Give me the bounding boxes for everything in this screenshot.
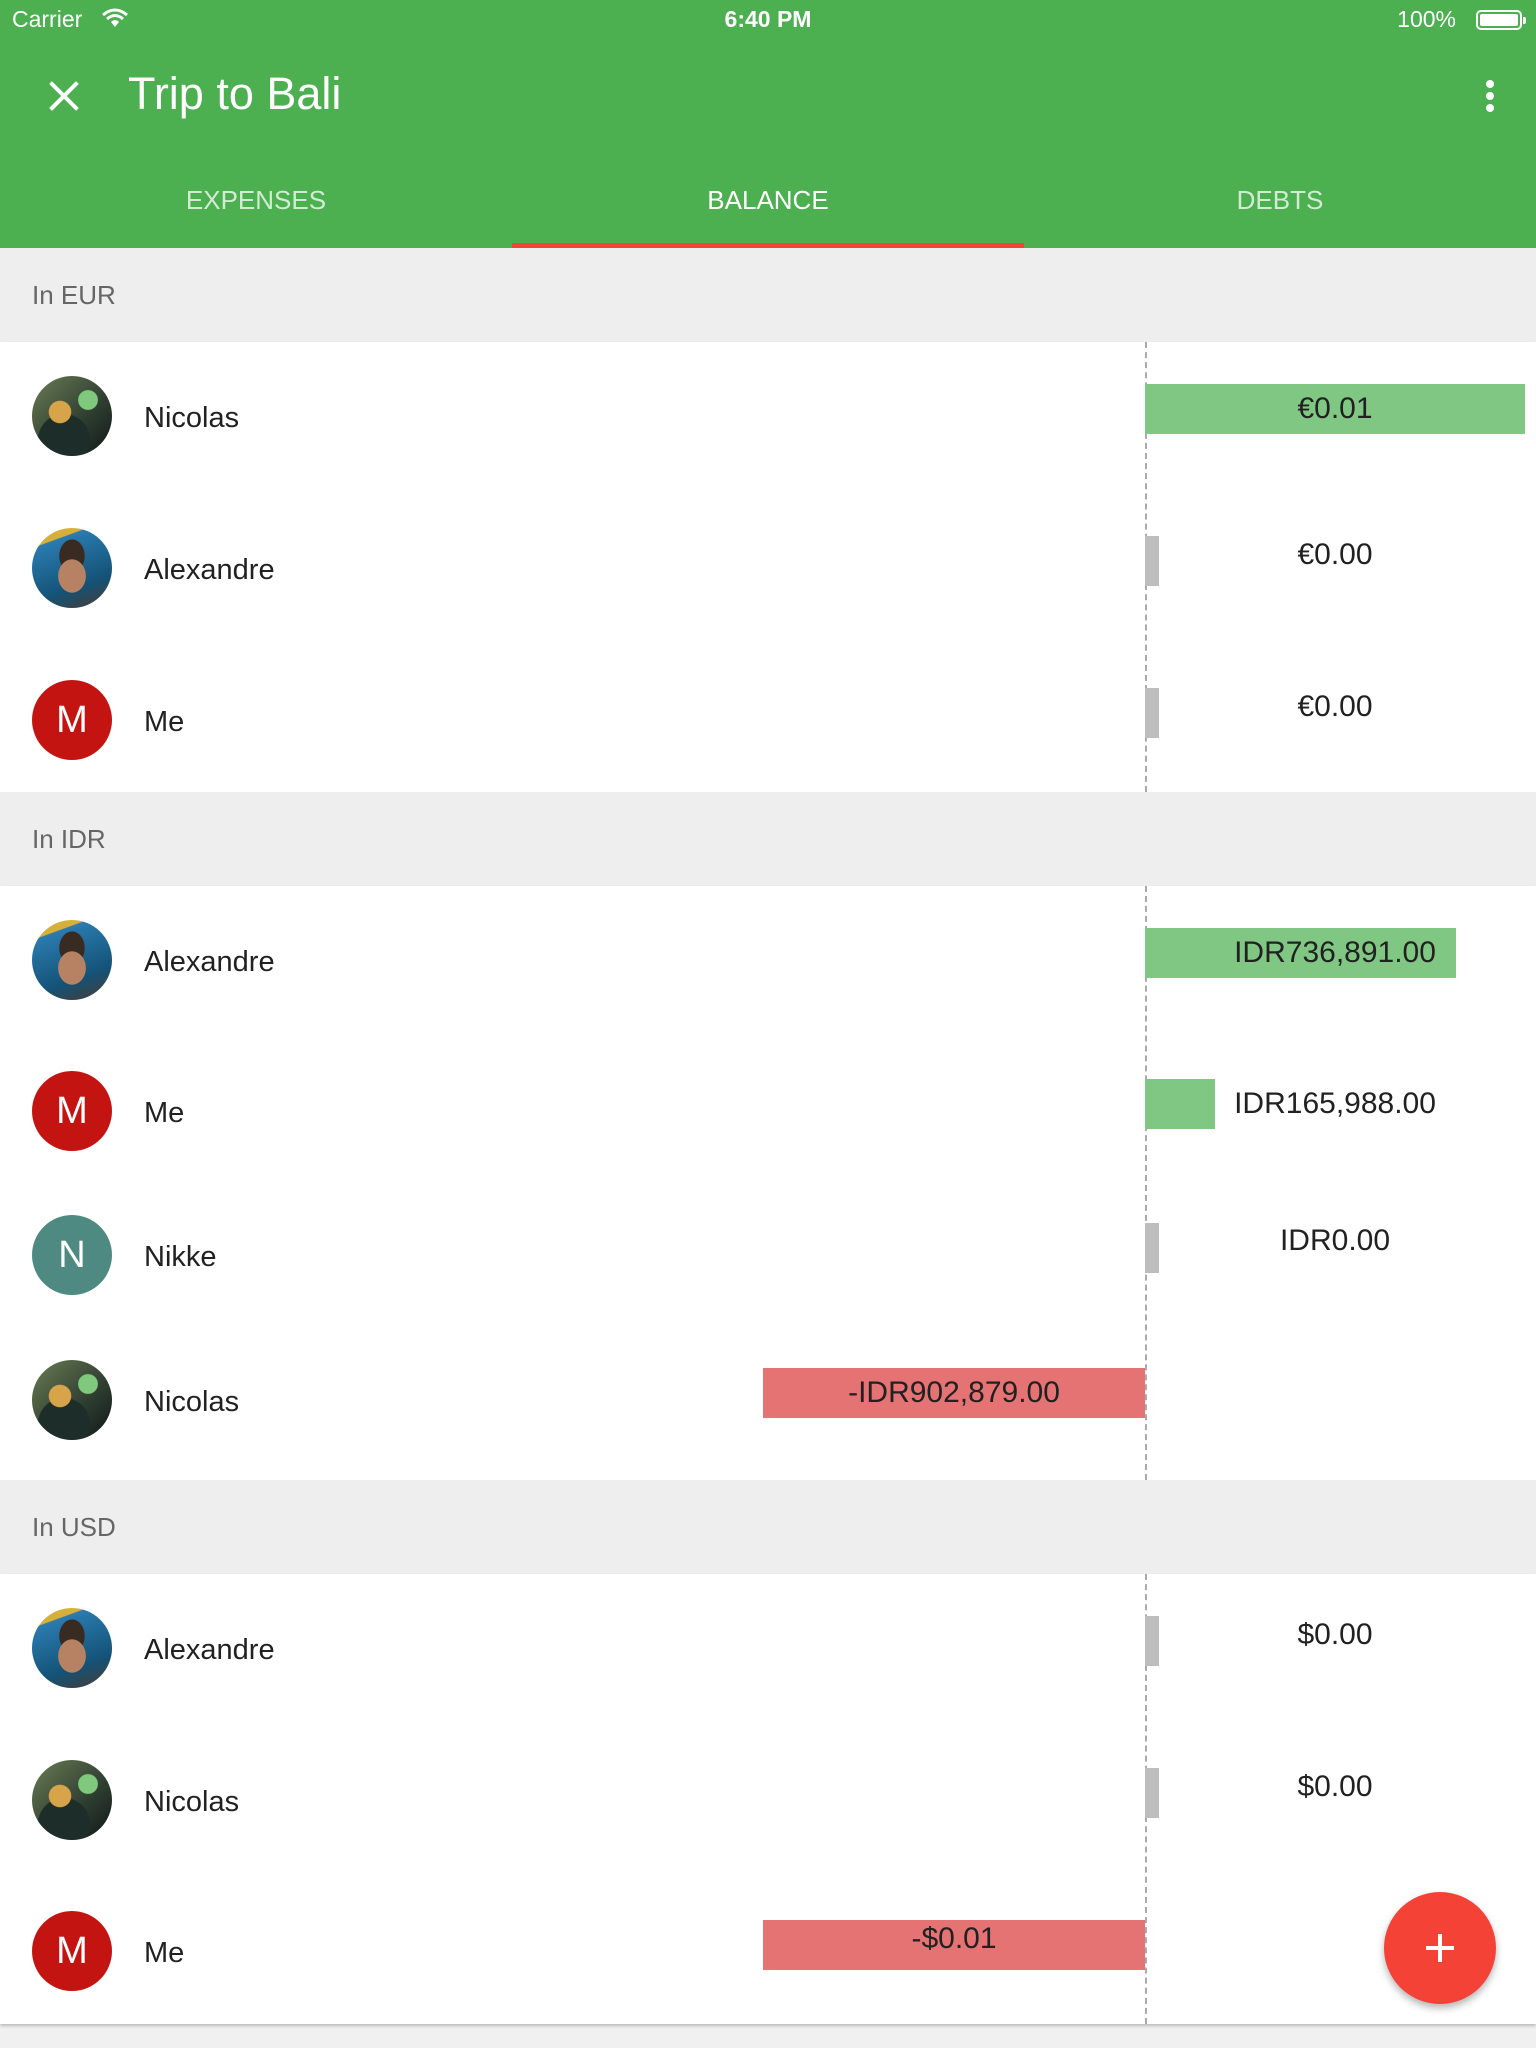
balance-amount: $0.00 (1297, 1770, 1373, 1803)
clock: 6:40 PM (724, 6, 812, 32)
participant-name: Alexandre (144, 554, 275, 586)
app-bar: Carrier 6:40 PM 100% Trip to Bali EXPENS… (0, 0, 1536, 248)
participant-name: Nikke (144, 1241, 217, 1273)
add-expense-button[interactable] (1384, 1892, 1496, 2004)
balance-amount: IDR736,891.00 (1234, 936, 1436, 969)
section-title: In USD (32, 1512, 116, 1542)
avatar (32, 376, 112, 456)
balance-amount: -IDR902,879.00 (848, 1376, 1060, 1409)
status-bar: Carrier 6:40 PM 100% (0, 0, 1536, 40)
tab-debts[interactable]: DEBTS (1024, 162, 1536, 248)
more-vert-icon (1486, 80, 1494, 112)
balance-row[interactable]: Nicolas €0.01 (0, 342, 1536, 492)
avatar (32, 920, 112, 1000)
balance-amount: €0.00 (1297, 690, 1373, 723)
balance-row[interactable]: N Nikke IDR0.00 (0, 1181, 1536, 1326)
tab-bar: EXPENSES BALANCE DEBTS (0, 162, 1536, 248)
balance-card-idr: Alexandre IDR736,891.00 M Me IDR165,988.… (0, 886, 1536, 1480)
participant-name: Me (144, 706, 185, 738)
avatar (32, 528, 112, 608)
battery-percentage: 100% (1397, 6, 1456, 32)
balance-amount: $0.00 (1297, 1618, 1373, 1651)
balance-row[interactable]: Nicolas $0.00 (0, 1724, 1536, 1874)
page-title: Trip to Bali (128, 68, 342, 119)
participant-name: Alexandre (144, 946, 275, 978)
participant-name: Me (144, 1097, 185, 1129)
section-title: In EUR (32, 280, 116, 310)
section-title: In IDR (32, 824, 106, 854)
participant-name: Nicolas (144, 1386, 240, 1418)
add-icon (1426, 1934, 1454, 1962)
balance-amount: IDR165,988.00 (1234, 1087, 1436, 1120)
close-button[interactable] (40, 72, 88, 120)
participant-name: Me (144, 1937, 185, 1969)
balance-row[interactable]: M Me €0.00 (0, 642, 1536, 792)
avatar (32, 1360, 112, 1440)
balance-amount: IDR0.00 (1279, 1224, 1391, 1257)
participant-name: Nicolas (144, 402, 240, 434)
balance-amount: €0.01 (1297, 392, 1373, 425)
tab-expenses[interactable]: EXPENSES (0, 162, 512, 248)
participant-name: Nicolas (144, 1786, 240, 1818)
balance-card-eur: Nicolas €0.01 Alexandre €0.00 M Me €0.00 (0, 342, 1536, 792)
battery-icon (1476, 10, 1526, 30)
section-header-usd: In USD (0, 1480, 1536, 1574)
avatar (32, 1760, 112, 1840)
section-header-idr: In IDR (0, 792, 1536, 886)
section-header-eur: In EUR (0, 248, 1536, 342)
balance-row[interactable]: M Me -$0.01 (0, 1874, 1536, 2024)
balance-card-usd: Alexandre $0.00 Nicolas $0.00 M Me -$0.0… (0, 1574, 1536, 2024)
close-icon (49, 81, 79, 111)
avatar: M (32, 1911, 112, 1991)
more-options-button[interactable] (1466, 72, 1514, 120)
balance-amount: €0.00 (1297, 538, 1373, 571)
balance-row[interactable]: Alexandre IDR736,891.00 (0, 886, 1536, 1036)
avatar: N (32, 1215, 112, 1295)
avatar (32, 1608, 112, 1688)
avatar: M (32, 680, 112, 760)
avatar: M (32, 1071, 112, 1151)
balance-row[interactable]: M Me IDR165,988.00 (0, 1036, 1536, 1181)
balance-row[interactable]: Alexandre €0.00 (0, 492, 1536, 642)
balance-row[interactable]: Alexandre $0.00 (0, 1574, 1536, 1724)
balance-row[interactable]: Nicolas -IDR902,879.00 (0, 1326, 1536, 1480)
balance-amount: -$0.01 (911, 1922, 997, 1955)
participant-name: Alexandre (144, 1634, 275, 1666)
tab-balance[interactable]: BALANCE (512, 162, 1024, 248)
